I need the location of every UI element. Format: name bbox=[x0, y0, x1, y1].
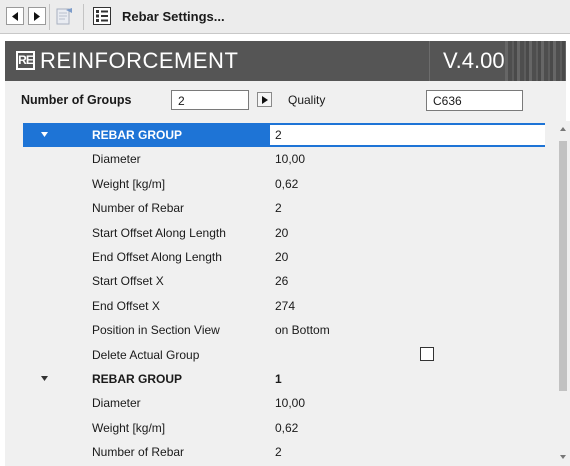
play-arrow-icon bbox=[262, 96, 268, 104]
toolbar-separator bbox=[49, 4, 50, 30]
collapse-triangle-icon[interactable] bbox=[41, 376, 48, 381]
property-label: Position in Section View bbox=[92, 323, 220, 338]
rebar-group-row[interactable]: REBAR GROUP 1 bbox=[23, 367, 545, 391]
scroll-up-icon[interactable] bbox=[560, 127, 566, 131]
scroll-down-icon[interactable] bbox=[560, 455, 566, 459]
collapse-triangle-icon[interactable] bbox=[41, 132, 48, 137]
toolbar-separator bbox=[83, 4, 84, 30]
property-label: End Offset Along Length bbox=[92, 250, 222, 264]
scrollbar-thumb[interactable] bbox=[559, 141, 567, 391]
delete-group-checkbox[interactable] bbox=[420, 346, 434, 361]
app-version: V.4.00 bbox=[443, 48, 505, 73]
property-row[interactable]: Start Offset X 26 bbox=[23, 269, 545, 293]
app-title: REINFORCEMENT bbox=[40, 48, 239, 73]
quality-label: Quality bbox=[288, 93, 326, 107]
property-label: Start Offset Along Length bbox=[92, 225, 226, 240]
property-row[interactable]: Diameter 10,00 bbox=[23, 147, 545, 171]
property-value[interactable]: 10,00 bbox=[275, 396, 305, 410]
toolbar: Rebar Settings... bbox=[0, 0, 570, 34]
app-logo: RE bbox=[16, 51, 35, 70]
property-value[interactable]: 2 bbox=[275, 445, 282, 459]
property-row[interactable]: Weight [kg/m] 0,62 bbox=[23, 172, 545, 196]
settings-list-icon[interactable] bbox=[93, 7, 111, 25]
groups-row: Number of Groups 2 Quality C636 bbox=[5, 81, 566, 121]
property-label: Delete Actual Group bbox=[92, 347, 200, 362]
forward-button[interactable] bbox=[28, 7, 46, 25]
property-value[interactable]: 2 bbox=[270, 125, 545, 145]
property-value[interactable]: 26 bbox=[275, 274, 288, 288]
property-value[interactable]: 2 bbox=[275, 201, 282, 215]
property-label: Diameter bbox=[92, 396, 141, 411]
property-label: Number of Rebar bbox=[92, 201, 185, 216]
banner-decoration bbox=[505, 41, 566, 81]
back-arrow-icon bbox=[12, 12, 18, 21]
property-row[interactable]: Diameter 10,00 bbox=[23, 391, 545, 415]
property-label: Start Offset X bbox=[92, 274, 164, 289]
property-row[interactable]: End Offset Along Length 20 bbox=[23, 245, 545, 269]
number-of-groups-label: Number of Groups bbox=[21, 93, 132, 107]
banner-divider bbox=[429, 41, 430, 81]
toolbar-title: Rebar Settings... bbox=[122, 9, 225, 24]
property-value[interactable]: 0,62 bbox=[275, 177, 298, 191]
apply-groups-button[interactable] bbox=[257, 92, 272, 107]
property-row[interactable]: Position in Section View on Bottom bbox=[23, 318, 545, 342]
property-row[interactable]: Delete Actual Group bbox=[23, 343, 545, 367]
property-label: REBAR GROUP bbox=[92, 372, 183, 386]
app-banner: RE REINFORCEMENT V.4.00 bbox=[5, 41, 566, 81]
document-icon[interactable] bbox=[56, 7, 74, 26]
property-value[interactable]: on Bottom bbox=[275, 323, 330, 337]
property-grid: REBAR GROUP 2 Diameter 10,00 Weight [kg/m] 0,… bbox=[5, 121, 566, 466]
property-row[interactable]: End Offset X 274 bbox=[23, 294, 545, 318]
property-label: REBAR GROUP bbox=[92, 128, 183, 142]
property-value[interactable]: 274 bbox=[275, 299, 295, 313]
number-of-groups-input[interactable]: 2 bbox=[171, 90, 249, 110]
property-label: Weight [kg/m] bbox=[92, 420, 166, 435]
property-label: Weight [kg/m] bbox=[92, 176, 166, 191]
forward-arrow-icon bbox=[34, 12, 40, 21]
back-button[interactable] bbox=[6, 7, 24, 25]
vertical-scrollbar[interactable] bbox=[556, 121, 570, 466]
property-row[interactable]: Number of Rebar 2 bbox=[23, 440, 545, 464]
property-value[interactable]: 10,00 bbox=[275, 152, 305, 166]
property-value[interactable]: 1 bbox=[275, 372, 282, 386]
rebar-group-row[interactable]: REBAR GROUP 2 bbox=[23, 123, 545, 147]
quality-input[interactable]: C636 bbox=[426, 90, 523, 111]
property-label: Diameter bbox=[92, 152, 141, 167]
property-label: Number of Rebar bbox=[92, 445, 185, 460]
property-value[interactable]: 20 bbox=[275, 226, 288, 240]
property-row[interactable]: Number of Rebar 2 bbox=[23, 196, 545, 220]
property-row[interactable]: Start Offset Along Length 20 bbox=[23, 221, 545, 245]
property-label: End Offset X bbox=[92, 298, 160, 313]
property-row[interactable]: Weight [kg/m] 0,62 bbox=[23, 416, 545, 440]
property-value[interactable]: 20 bbox=[275, 250, 288, 264]
property-value[interactable]: 0,62 bbox=[275, 421, 298, 435]
